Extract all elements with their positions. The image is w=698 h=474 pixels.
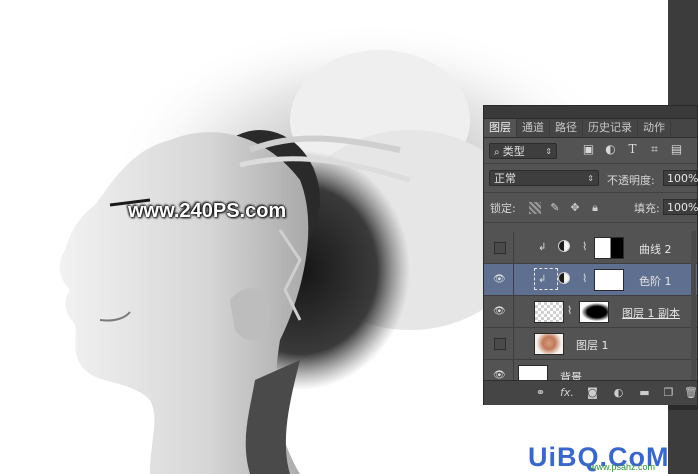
fx-icon[interactable]: fx. <box>560 386 574 399</box>
tab-layers[interactable]: 图层 <box>484 119 517 137</box>
search-icon: ⌕ <box>494 147 503 158</box>
filter-type-select[interactable]: ⌕ 类型 ⇕ <box>489 143 557 159</box>
layer-thumbnail[interactable] <box>534 301 564 323</box>
levels-adjustment-icon <box>558 272 570 284</box>
opacity-label: 不透明度: <box>607 174 655 187</box>
layers-list: ↲ ⌇ 曲线 2 👁︎ ↲ ⌇ 色阶 1 👁︎ ⌇ 图层 1 副本 图层 1 👁… <box>484 231 697 380</box>
layer-name[interactable]: 背景 <box>560 369 582 380</box>
mask-icon[interactable]: ◙ <box>586 386 599 399</box>
link-icon[interactable]: ⚭ <box>534 386 547 399</box>
tab-paths[interactable]: 路径 <box>550 119 583 137</box>
text-filter-icon[interactable]: T <box>626 143 639 156</box>
layer-row-layer-1[interactable]: 图层 1 <box>484 328 697 360</box>
layers-panel: 图层 通道 路径 历史记录 动作 ⌕ 类型 ⇕ ▣ ◐ T ⌗ ▤ 正常 ⇕ 不… <box>483 105 698 405</box>
shape-filter-icon[interactable]: ⌗ <box>648 143 661 156</box>
visibility-toggle[interactable] <box>484 328 514 359</box>
chain-link-icon[interactable]: ⌇ <box>582 240 587 253</box>
trash-icon[interactable]: 🗑︎ <box>684 386 698 399</box>
layer-row-background[interactable]: 👁︎ 背景 <box>484 360 697 380</box>
layer-name[interactable]: 图层 1 <box>576 337 609 353</box>
lock-transparency-icon[interactable] <box>529 202 541 214</box>
layers-scrollbar[interactable] <box>691 231 696 380</box>
image-filter-icon[interactable]: ▣ <box>582 143 595 156</box>
curves-adjustment-icon <box>558 240 570 252</box>
visibility-toggle[interactable] <box>484 232 514 263</box>
smart-object-filter-icon[interactable]: ▤ <box>670 143 683 156</box>
lock-brush-icon[interactable]: ✎ <box>549 202 561 214</box>
visibility-toggle[interactable]: 👁︎ <box>484 296 514 327</box>
layer-name[interactable]: 曲线 2 <box>639 241 672 257</box>
filter-type-value: 类型 <box>502 145 525 158</box>
fill-label: 填充: <box>634 202 660 215</box>
chevron-updown-icon: ⇕ <box>587 174 594 183</box>
site-logo-subtext: www.psahz.com <box>590 462 656 472</box>
divider <box>484 222 697 223</box>
tab-history[interactable]: 历史记录 <box>583 119 638 137</box>
layer-name[interactable]: 图层 1 副本 <box>622 305 680 321</box>
eye-icon: 👁︎ <box>493 370 506 380</box>
layer-name[interactable]: 色阶 1 <box>639 273 672 289</box>
lock-all-icon[interactable]: 🔒︎ <box>589 202 601 214</box>
visibility-toggle[interactable]: 👁︎ <box>484 360 514 380</box>
fill-field[interactable]: 100% <box>663 199 698 215</box>
watermark-text: www.240PS.com <box>128 200 287 222</box>
layer-row-layer-1-copy[interactable]: 👁︎ ⌇ 图层 1 副本 <box>484 296 697 328</box>
new-layer-icon[interactable]: ❐ <box>662 386 675 399</box>
clip-arrow-icon: ↲ <box>538 242 547 253</box>
layers-bottom-toolbar: ⚭ fx. ◙ ◐ ▬ ❐ 🗑︎ <box>484 380 698 405</box>
adjustment-icon[interactable]: ◐ <box>612 386 625 399</box>
layer-mask-thumbnail[interactable] <box>594 237 624 259</box>
clip-arrow-icon: ↲ <box>538 274 547 285</box>
layer-thumbnail[interactable] <box>534 333 564 355</box>
tab-channels[interactable]: 通道 <box>517 119 550 137</box>
tab-actions[interactable]: 动作 <box>638 119 671 137</box>
chevron-updown-icon: ⇕ <box>545 147 552 156</box>
blend-mode-select[interactable]: 正常 ⇕ <box>489 170 599 186</box>
panel-tabs: 图层 通道 路径 历史记录 动作 <box>484 119 697 138</box>
layer-thumbnail[interactable] <box>518 365 548 380</box>
folder-icon[interactable]: ▬ <box>638 386 651 399</box>
chain-link-icon[interactable]: ⌇ <box>567 304 572 317</box>
hidden-eye-box-icon <box>494 338 506 350</box>
eye-icon: 👁︎ <box>493 306 506 317</box>
divider <box>484 163 697 164</box>
eye-icon: 👁︎ <box>493 274 506 285</box>
layer-mask-thumbnail[interactable] <box>594 269 624 291</box>
lock-label: 锁定: <box>490 202 516 215</box>
layer-row-curves-2[interactable]: ↲ ⌇ 曲线 2 <box>484 232 697 264</box>
layer-mask-thumbnail[interactable] <box>579 301 609 323</box>
layer-row-levels-1[interactable]: 👁︎ ↲ ⌇ 色阶 1 <box>484 264 697 296</box>
opacity-field[interactable]: 100% <box>663 170 698 186</box>
panel-header-bar[interactable] <box>484 106 697 119</box>
divider <box>484 192 697 193</box>
blend-mode-value: 正常 <box>494 172 516 185</box>
hidden-eye-box-icon <box>494 242 506 254</box>
lock-move-icon[interactable]: ✥ <box>569 202 581 214</box>
chain-link-icon[interactable]: ⌇ <box>582 272 587 285</box>
visibility-toggle[interactable]: 👁︎ <box>484 264 514 295</box>
adjustment-filter-icon[interactable]: ◐ <box>604 143 617 156</box>
